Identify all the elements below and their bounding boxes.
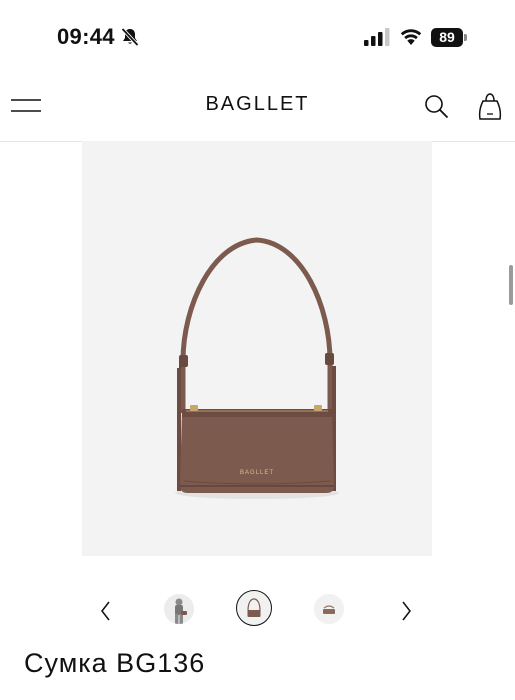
status-bar: 09:44 89 <box>0 0 515 70</box>
shopping-bag-icon[interactable] <box>478 93 502 121</box>
battery-level: 89 <box>439 29 455 45</box>
chevron-right-icon[interactable] <box>394 596 418 626</box>
search-icon[interactable] <box>424 94 449 119</box>
battery-icon: 89 <box>431 28 467 47</box>
product-title: Сумка BG136 <box>24 648 206 678</box>
brand-logo-text: BAGLLET <box>205 93 310 115</box>
gallery-nav <box>0 590 515 632</box>
bell-slash-icon <box>121 27 139 47</box>
status-time: 09:44 <box>57 24 115 49</box>
gallery-thumbnail[interactable] <box>164 594 194 624</box>
scrollbar[interactable] <box>509 265 513 305</box>
wifi-icon <box>400 29 422 45</box>
gallery-thumbnail-active[interactable] <box>236 590 272 626</box>
bag-brand-mark: BAGLLET <box>239 470 274 476</box>
chevron-left-icon[interactable] <box>94 596 118 626</box>
signal-icon <box>364 28 390 46</box>
handbag-illustration <box>82 141 432 556</box>
gallery-thumbnail[interactable] <box>314 594 344 624</box>
site-header: BAGLLET <box>0 70 515 142</box>
product-image[interactable]: BAGLLET <box>82 141 432 556</box>
